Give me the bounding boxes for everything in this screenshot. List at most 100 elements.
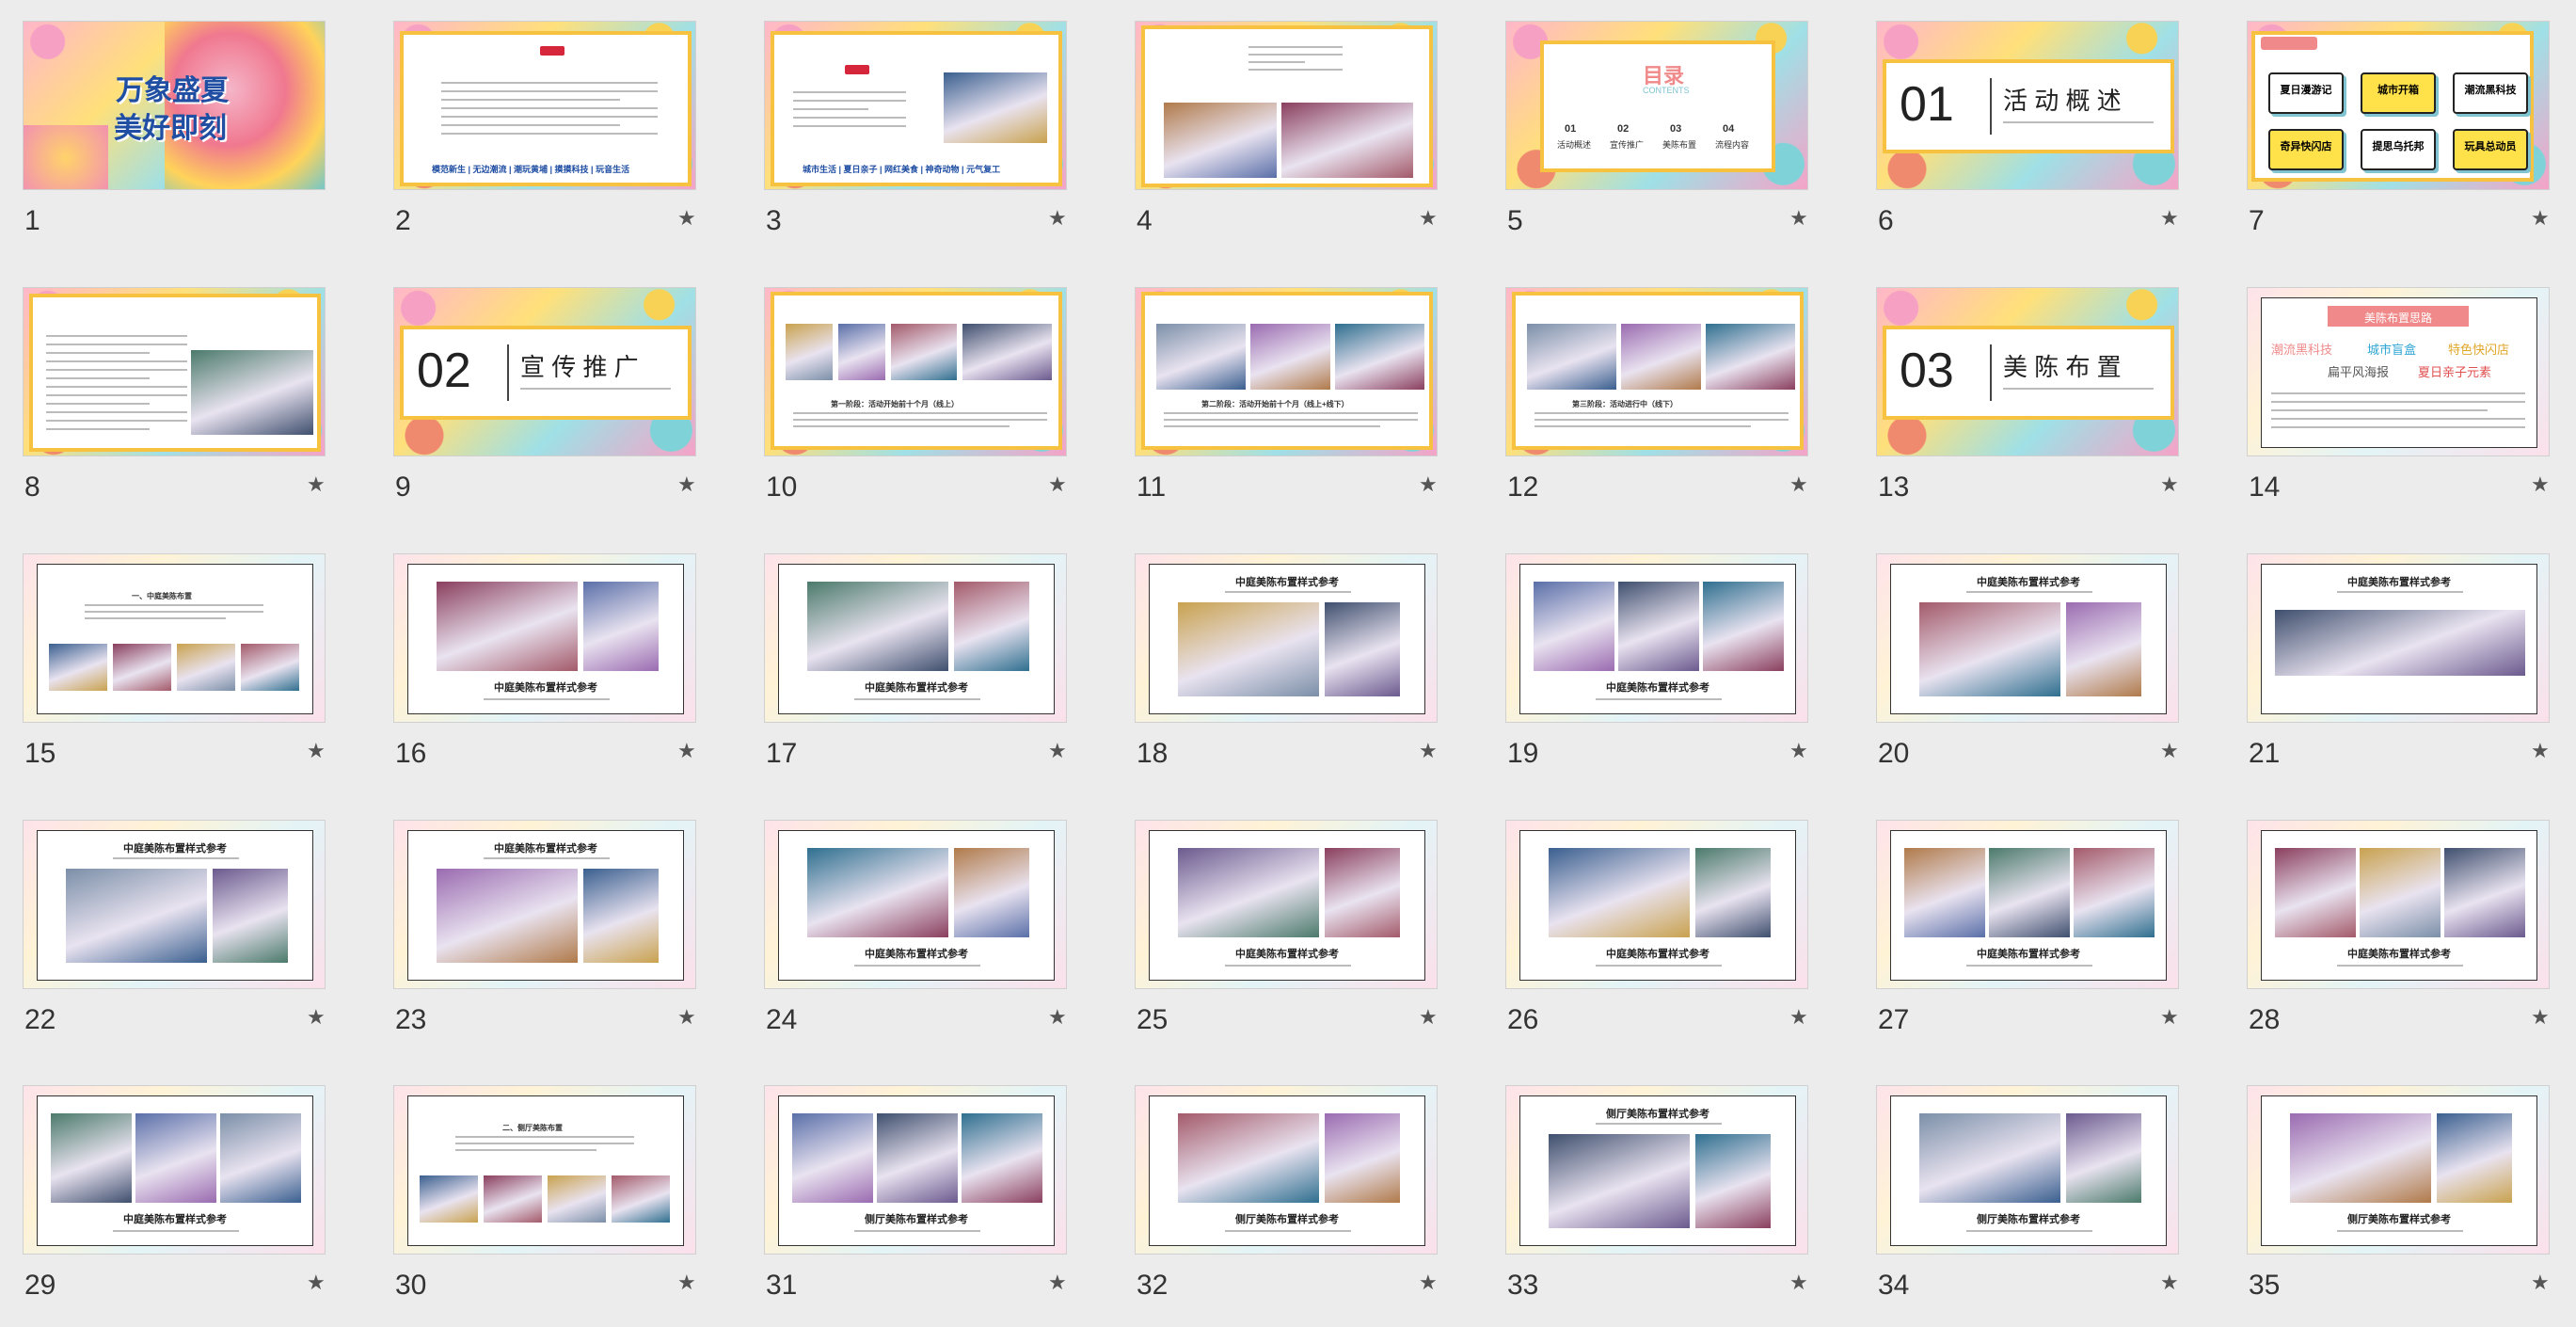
slide-card: 中庭美陈布置样式参考 (778, 830, 1055, 981)
slide-thumbnail[interactable]: 夏日漫游记 城市开箱 潮流黑科技 奇异快闪店 提思乌托邦 玩具总动员 (2247, 21, 2550, 190)
slide-thumbnail[interactable]: 城市生活 | 夏日亲子 | 网红美食 | 神奇动物 | 元气复工 (764, 21, 1067, 190)
animation-star-icon[interactable]: ★ (1419, 473, 1438, 497)
slide-thumbnail[interactable]: 03 美 陈 布 置 (1876, 287, 2179, 456)
slide-thumbnail[interactable]: 中庭美陈布置样式参考 (393, 553, 696, 723)
animation-star-icon[interactable]: ★ (307, 740, 326, 763)
slide-card: 01 活 动 概 述 (1883, 59, 2174, 153)
animation-star-icon[interactable]: ★ (2531, 1271, 2550, 1295)
text-line (46, 403, 150, 405)
slide-card: 中庭美陈布置样式参考 (778, 564, 1055, 714)
animation-star-icon[interactable]: ★ (677, 207, 696, 231)
slide-thumbnail[interactable]: 中庭美陈布置样式参考 (1876, 553, 2179, 723)
animation-star-icon[interactable]: ★ (677, 1271, 696, 1295)
text-line (46, 360, 187, 362)
slide-thumbnail[interactable]: 中庭美陈布置样式参考 (23, 1085, 326, 1255)
animation-star-icon[interactable]: ★ (2160, 207, 2179, 231)
slide-cell: 中庭美陈布置样式参考 24 ★ (764, 820, 1067, 1035)
animation-star-icon[interactable]: ★ (1789, 1271, 1808, 1295)
slide-thumbnail[interactable]: 侧厅美陈布置样式参考 (2247, 1085, 2550, 1255)
animation-star-icon[interactable]: ★ (1789, 207, 1808, 231)
slide-thumbnail[interactable]: 第一阶段：活动开始前十个月（线上） (764, 287, 1067, 456)
slide-photo (954, 582, 1029, 671)
animation-star-icon[interactable]: ★ (1419, 1006, 1438, 1030)
slide-thumbnail[interactable]: 侧厅美陈布置样式参考 (1505, 1085, 1808, 1255)
animation-star-icon[interactable]: ★ (307, 1006, 326, 1030)
slide-thumbnail[interactable]: 中庭美陈布置样式参考 (764, 553, 1067, 723)
slide-photo (437, 582, 578, 671)
text-line (2271, 401, 2525, 403)
animation-star-icon[interactable]: ★ (1789, 473, 1808, 497)
animation-star-icon[interactable]: ★ (1789, 1006, 1808, 1030)
slide-cell: 4 ★ (1135, 21, 1438, 236)
animation-star-icon[interactable]: ★ (2160, 473, 2179, 497)
slide-nav-row: 城市生活 | 夏日亲子 | 网红美食 | 神奇动物 | 元气复工 (803, 165, 1001, 174)
animation-star-icon[interactable]: ★ (677, 473, 696, 497)
animation-star-icon[interactable]: ★ (2531, 740, 2550, 763)
slide-cell: 侧厅美陈布置样式参考 31 ★ (764, 1085, 1067, 1301)
slide-thumbnail[interactable]: 侧厅美陈布置样式参考 (1876, 1085, 2179, 1255)
animation-star-icon[interactable]: ★ (2160, 1006, 2179, 1030)
slide-thumbnail[interactable]: 中庭美陈布置样式参考 (1135, 820, 1438, 989)
slide-caption: 中庭美陈布置样式参考 (1977, 949, 2080, 960)
slide-thumbnail[interactable]: 中庭美陈布置样式参考 (1505, 820, 1808, 989)
slide-cell: 中庭美陈布置样式参考 29 ★ (23, 1085, 326, 1301)
slide-caption: 一、中庭美陈布置 (132, 592, 192, 600)
slide-thumbnail[interactable]: 美陈布置思路 潮流黑科技 城市盲盒 特色快闪店 扁平风海报 夏日亲子元素 (2247, 287, 2550, 456)
animation-star-icon[interactable]: ★ (2160, 740, 2179, 763)
slide-thumbnail[interactable] (1135, 21, 1438, 190)
slide-photo (786, 324, 833, 380)
slide-thumbnail[interactable]: 侧厅美陈布置样式参考 (1135, 1085, 1438, 1255)
slide-thumbnail[interactable]: 中庭美陈布置样式参考 (23, 820, 326, 989)
animation-star-icon[interactable]: ★ (2531, 473, 2550, 497)
slide-thumbnail[interactable]: 第二阶段：活动开始前十个月（线上+线下） (1135, 287, 1438, 456)
slide-thumbnail[interactable]: 中庭美陈布置样式参考 (393, 820, 696, 989)
section-divider (507, 344, 509, 401)
slide-thumbnail[interactable]: 二、侧厅美陈布置 (393, 1085, 696, 1255)
animation-star-icon[interactable]: ★ (1048, 740, 1067, 763)
slide-card: 中庭美陈布置样式参考 (407, 564, 684, 714)
animation-star-icon[interactable]: ★ (677, 1006, 696, 1030)
section-divider (1990, 78, 1992, 135)
slide-thumbnail[interactable]: 第三阶段：活动进行中（线下） (1505, 287, 1808, 456)
animation-star-icon[interactable]: ★ (677, 740, 696, 763)
text-line (1225, 591, 1351, 593)
text-line (1596, 965, 1722, 967)
slide-thumbnail[interactable]: 模范新生 | 无边潮流 | 潮玩黄埔 | 摸摸科技 | 玩音生活 (393, 21, 696, 190)
animation-star-icon[interactable]: ★ (1419, 207, 1438, 231)
slide-number: 5 (1507, 205, 1523, 236)
slide-thumbnail[interactable]: 02 宣 传 推 广 (393, 287, 696, 456)
slide-card: 中庭美陈布置样式参考 (37, 1095, 313, 1246)
slide-thumbnail[interactable]: 中庭美陈布置样式参考 (1505, 553, 1808, 723)
animation-star-icon[interactable]: ★ (1419, 740, 1438, 763)
animation-star-icon[interactable]: ★ (307, 1271, 326, 1295)
slide-photo (954, 848, 1029, 937)
animation-star-icon[interactable]: ★ (1419, 1271, 1438, 1295)
slide-thumbnail[interactable]: 中庭美陈布置样式参考 (2247, 820, 2550, 989)
slide-thumbnail[interactable]: 目录 CONTENTS 01 活动概述 02 宣传推广 03 美陈布置 04 流程内容 (1505, 21, 1808, 190)
animation-star-icon[interactable]: ★ (307, 473, 326, 497)
animation-star-icon[interactable]: ★ (2531, 207, 2550, 231)
slide-photo (191, 350, 313, 435)
slide-cell: 第一阶段：活动开始前十个月（线上） 10 ★ (764, 287, 1067, 503)
text-line (1596, 698, 1722, 700)
slide-thumbnail[interactable]: 01 活 动 概 述 (1876, 21, 2179, 190)
animation-star-icon[interactable]: ★ (1048, 207, 1067, 231)
animation-star-icon[interactable]: ★ (1048, 1006, 1067, 1030)
animation-star-icon[interactable]: ★ (2160, 1271, 2179, 1295)
slide-thumbnail[interactable]: 中庭美陈布置样式参考 (1876, 820, 2179, 989)
slide-thumbnail[interactable]: 一、中庭美陈布置 (23, 553, 326, 723)
slide-thumbnail[interactable]: 万象盛夏 美好即刻 (23, 21, 326, 190)
animation-star-icon[interactable]: ★ (1048, 1271, 1067, 1295)
slide-thumbnail[interactable]: 侧厅美陈布置样式参考 (764, 1085, 1067, 1255)
slide-thumbnail[interactable]: 中庭美陈布置样式参考 (1135, 553, 1438, 723)
slide-thumbnail[interactable]: 中庭美陈布置样式参考 (2247, 553, 2550, 723)
animation-star-icon[interactable]: ★ (2531, 1006, 2550, 1030)
toc-item-label: 流程内容 (1715, 140, 1750, 150)
slide-caption: 中庭美陈布置样式参考 (865, 682, 968, 694)
slide-number: 30 (395, 1270, 427, 1301)
slide-thumbnail[interactable]: 中庭美陈布置样式参考 (764, 820, 1067, 989)
animation-star-icon[interactable]: ★ (1789, 740, 1808, 763)
animation-star-icon[interactable]: ★ (1048, 473, 1067, 497)
slide-photo (220, 1113, 301, 1203)
slide-thumbnail[interactable] (23, 287, 326, 456)
